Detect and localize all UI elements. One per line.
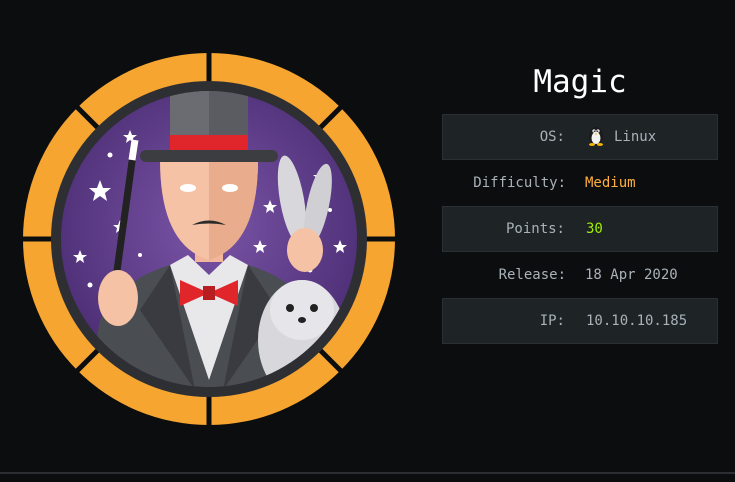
points-row: Points: 30: [442, 206, 718, 252]
machine-info-card: Magic OS: Linux Difficulty: Medium Point…: [0, 0, 735, 482]
os-value: Linux: [614, 129, 657, 145]
os-row: OS: Linux: [442, 114, 718, 160]
os-label: OS:: [539, 129, 565, 145]
release-value: 18 Apr 2020: [585, 267, 678, 283]
bottom-divider: [0, 472, 735, 474]
os-value-container: Linux: [586, 115, 656, 159]
ip-value: 10.10.10.185: [586, 313, 688, 329]
points-value: 30: [586, 221, 603, 237]
difficulty-row: Difficulty: Medium: [442, 160, 718, 206]
release-label: Release:: [498, 267, 566, 283]
difficulty-value: Medium: [585, 175, 636, 191]
tux-penguin-icon: [589, 127, 603, 146]
release-row: Release: 18 Apr 2020: [442, 252, 718, 298]
ip-label: IP:: [539, 313, 565, 329]
machine-avatar-badge: [23, 53, 395, 425]
machine-info-table: OS: Linux Difficulty: Medium Points: 30 …: [442, 114, 718, 344]
machine-name-title: Magic: [533, 64, 627, 100]
ip-row: IP: 10.10.10.185: [442, 298, 718, 344]
difficulty-label: Difficulty:: [473, 175, 566, 191]
points-label: Points:: [505, 221, 565, 237]
